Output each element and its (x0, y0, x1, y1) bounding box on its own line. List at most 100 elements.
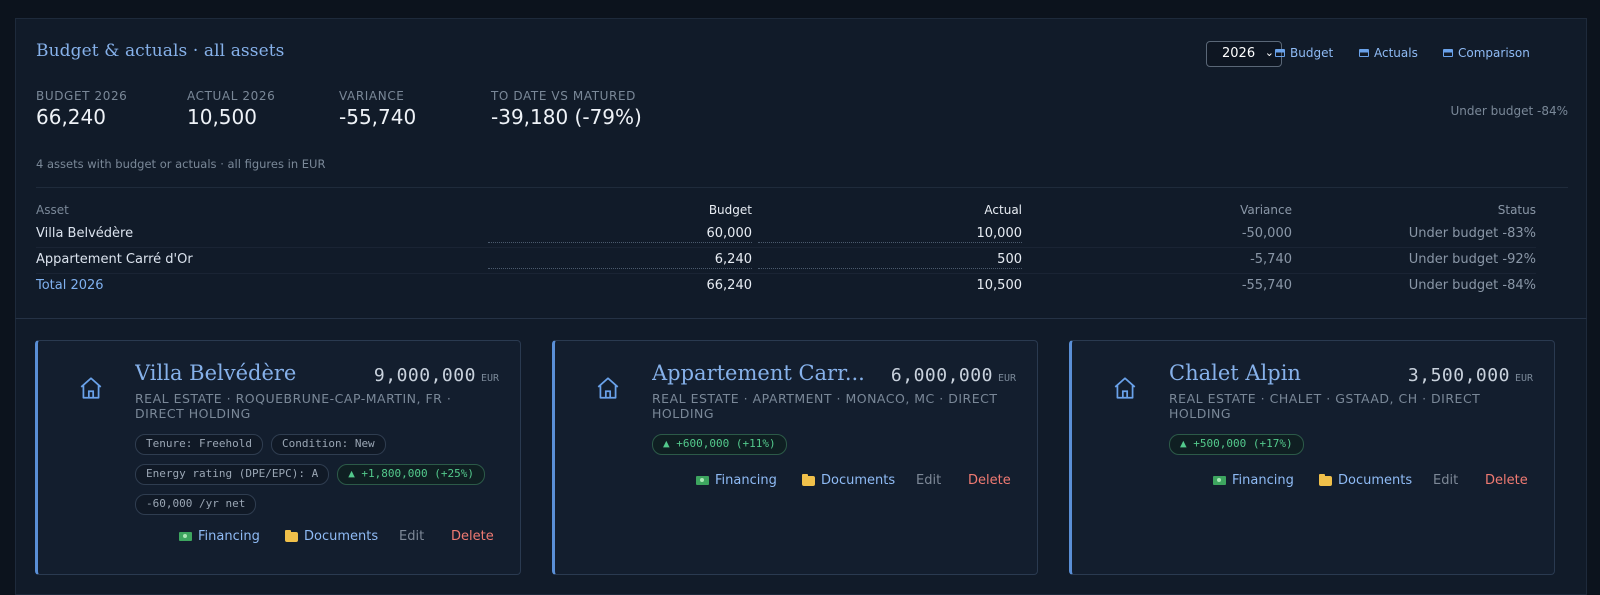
financing-button[interactable]: Financing (179, 529, 260, 544)
total-budget: 66,240 (706, 278, 753, 293)
chip-net-income: -60,000 /yr net (135, 494, 257, 515)
row-status: Under budget -83% (1408, 226, 1536, 241)
row-budget-input[interactable]: 60,000 (488, 226, 752, 243)
stat-value: 66,240 (36, 105, 106, 129)
stat-label: VARIANCE (339, 89, 405, 103)
header-status: Status (1497, 203, 1536, 217)
asset-subtitle: REAL ESTATE · ROQUEBRUNE-CAP-MARTIN, FR … (135, 391, 452, 421)
financing-button[interactable]: Financing (1213, 473, 1294, 488)
table-row: Appartement Carré d'Or 6,240 500 -5,740 … (36, 248, 1536, 274)
actuals-link-label: Actuals (1374, 46, 1418, 60)
delete-button[interactable]: Delete (1485, 473, 1528, 488)
row-actual-input[interactable]: 10,000 (758, 226, 1022, 243)
delete-button[interactable]: Delete (451, 529, 494, 544)
chip-appreciation: ▲ +600,000 (+11%) (652, 434, 787, 455)
house-icon (597, 377, 619, 399)
asset-currency: EUR (480, 373, 499, 384)
row-variance: -5,740 (1250, 252, 1292, 267)
asset-currency: EUR (997, 373, 1016, 384)
budget-actuals-panel: Budget & actuals · all assets 2026 ⌄ Bud… (15, 18, 1587, 318)
chip-tenure: Tenure: Freehold (135, 434, 263, 455)
chip-appreciation: ▲ +1,800,000 (+25%) (337, 464, 486, 485)
row-variance: -50,000 (1241, 226, 1292, 241)
budget-link-label: Budget (1290, 46, 1334, 60)
card-actions: Financing Documents Edit Delete (1072, 473, 1554, 493)
row-status: Under budget -92% (1408, 252, 1536, 267)
summary-meta: 4 assets with budget or actuals · all fi… (36, 157, 326, 171)
comparison-link-label: Comparison (1458, 46, 1530, 60)
panel-title: Budget & actuals · all assets (36, 41, 285, 61)
year-select[interactable]: 2026 ⌄ (1206, 41, 1282, 67)
asset-card[interactable]: Villa Belvédère 9,000,000 EUR REAL ESTATE… (35, 340, 521, 575)
documents-label: Documents (1338, 473, 1413, 488)
asset-chips: Tenure: Freehold Condition: New Energy r… (135, 434, 505, 515)
asset-currency: EUR (1514, 373, 1533, 384)
financing-label: Financing (715, 473, 777, 488)
header-actual: Actual (984, 203, 1022, 217)
stat-value: 10,500 (187, 105, 257, 129)
asset-value: 9,000,000 EUR (374, 365, 499, 386)
asset-value-amount: 9,000,000 (373, 365, 476, 386)
budget-table: Asset Budget Actual Variance Status Vill… (36, 202, 1536, 300)
edit-button[interactable]: Edit (1433, 473, 1458, 488)
table-row: Villa Belvédère 60,000 10,000 -50,000 Un… (36, 222, 1536, 248)
edit-button[interactable]: Edit (399, 529, 424, 544)
divider (36, 187, 1568, 188)
stat-to-date: TO DATE VS MATURED -39,180 (-79%) (491, 89, 642, 129)
asset-chips: ▲ +600,000 (+11%) (652, 434, 1022, 455)
documents-button[interactable]: Documents (285, 529, 378, 544)
money-icon (696, 476, 709, 485)
asset-card[interactable]: Chalet Alpin 3,500,000 EUR REAL ESTATE · … (1069, 340, 1555, 575)
table-icon (1359, 49, 1369, 57)
stat-value: -55,740 (339, 105, 417, 129)
documents-label: Documents (821, 473, 896, 488)
asset-value: 3,500,000 EUR (1408, 365, 1533, 386)
card-actions: Financing Documents Edit Delete (555, 473, 1037, 493)
edit-button[interactable]: Edit (916, 473, 941, 488)
header-variance: Variance (1240, 203, 1292, 217)
row-budget-input[interactable]: 6,240 (488, 252, 752, 269)
documents-button[interactable]: Documents (1319, 473, 1412, 488)
asset-name[interactable]: Appartement Carr... (652, 361, 865, 385)
year-select-value: 2026 (1222, 46, 1256, 61)
asset-value: 6,000,000 EUR (891, 365, 1016, 386)
stat-label: BUDGET 2026 (36, 89, 128, 103)
stat-budget: BUDGET 2026 66,240 (36, 89, 127, 129)
total-status: Under budget -84% (1408, 278, 1536, 293)
table-total-row: Total 2026 66,240 10,500 -55,740 Under b… (36, 274, 1536, 300)
row-asset: Villa Belvédère (36, 226, 134, 241)
house-icon (1114, 377, 1136, 399)
asset-subtitle: REAL ESTATE · CHALET · GSTAAD, CH · DIRE… (1169, 391, 1481, 421)
chip-appreciation: ▲ +500,000 (+17%) (1169, 434, 1304, 455)
house-icon (80, 377, 102, 399)
asset-name[interactable]: Chalet Alpin (1169, 361, 1301, 385)
chip-condition: Condition: New (270, 434, 386, 455)
stat-label: ACTUAL 2026 (187, 89, 276, 103)
header-budget: Budget (708, 203, 752, 217)
money-icon (1213, 476, 1226, 485)
comparison-link[interactable]: Comparison (1443, 46, 1530, 60)
documents-button[interactable]: Documents (802, 473, 895, 488)
row-actual-input[interactable]: 500 (758, 252, 1022, 269)
stat-variance: VARIANCE -55,740 (339, 89, 416, 129)
financing-label: Financing (1232, 473, 1294, 488)
asset-name[interactable]: Villa Belvédère (135, 361, 296, 385)
asset-card[interactable]: Appartement Carr... 6,000,000 EUR REAL ES… (552, 340, 1038, 575)
row-asset: Appartement Carré d'Or (36, 252, 193, 267)
delete-button[interactable]: Delete (968, 473, 1011, 488)
header-asset: Asset (36, 203, 69, 217)
budget-link[interactable]: Budget (1275, 46, 1333, 60)
chip-energy-rating: Energy rating (DPE/EPC): A (135, 464, 330, 485)
stat-actual: ACTUAL 2026 10,500 (187, 89, 275, 129)
actuals-link[interactable]: Actuals (1359, 46, 1418, 60)
folder-icon (1319, 473, 1332, 486)
asset-value-amount: 3,500,000 (1407, 365, 1510, 386)
card-actions: Financing Documents Edit Delete (38, 529, 520, 549)
chevron-down-icon: ⌄ (1264, 46, 1274, 59)
financing-label: Financing (198, 529, 260, 544)
asset-subtitle: REAL ESTATE · APARTMENT · MONACO, MC · D… (652, 391, 998, 421)
financing-button[interactable]: Financing (696, 473, 777, 488)
asset-chips: ▲ +500,000 (+17%) (1169, 434, 1539, 455)
total-variance: -55,740 (1241, 278, 1292, 293)
folder-icon (285, 529, 298, 542)
